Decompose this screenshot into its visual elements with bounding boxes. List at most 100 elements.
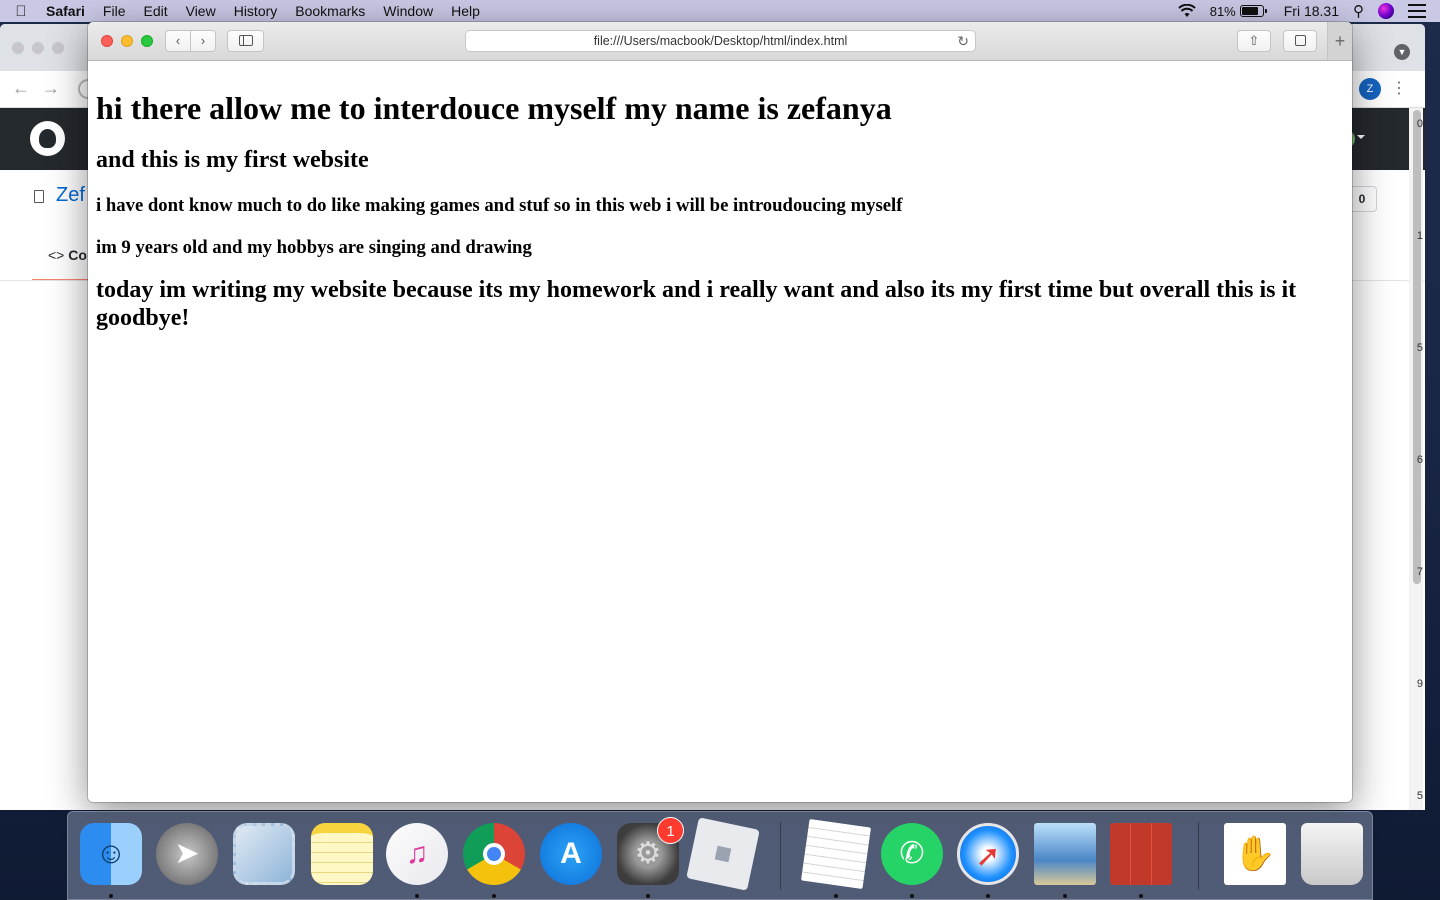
menu-help[interactable]: Help [442,0,489,22]
phone-glyph: ✆ [899,837,925,870]
rocket-glyph: ➤ [174,837,200,870]
edge-digit: 7 [1416,566,1423,578]
finder-icon[interactable]: ☺ [80,823,142,885]
tab-search-icon[interactable]: ▼ [1394,44,1410,60]
status-area: 81% Fri 18.31 ⚲ [1178,0,1440,22]
document-icon[interactable]: ✋ [1224,823,1286,885]
running-indicator [1139,894,1143,898]
photo-booth-icon[interactable] [1110,823,1172,885]
dock: ☺ ➤ ♫ A ⚙ 1 ✆ ➚ ✋ [67,811,1373,900]
right-edge-text: 0 1 5 6 7 9 5 [1410,24,1425,810]
battery-fill [1241,7,1258,15]
forward-button[interactable]: › [190,30,216,52]
dock-separator [780,822,781,890]
about-heading: i have dont know much to do like making … [96,195,903,217]
sidebar-icon [238,35,253,47]
whatsapp-icon[interactable]: ✆ [881,823,943,885]
address-bar[interactable]: file:///Users/macbook/Desktop/html/index… [465,30,976,52]
preview-icon[interactable] [1034,823,1096,885]
menu-edit[interactable]: Edit [134,0,176,22]
repo-icon [34,190,44,203]
running-indicator [910,894,914,898]
chrome-center [483,843,505,865]
minimize-button[interactable] [121,35,133,47]
edge-digit: 5 [1416,342,1423,354]
music-note-glyph: ♫ [405,837,429,870]
mail-icon[interactable] [233,823,295,885]
tab-code-label: Co [68,247,87,263]
notes-icon[interactable] [311,823,373,885]
chrome-icon[interactable] [463,823,525,885]
running-indicator [109,894,113,898]
roblox-square [714,845,732,863]
chevron-left-icon: ‹ [175,33,181,48]
chevron-down-icon[interactable] [1357,135,1365,143]
menu-window[interactable]: Window [374,0,442,22]
share-button[interactable]: ⇧ [1237,30,1271,52]
running-indicator [492,894,496,898]
edge-digit: 9 [1416,678,1423,690]
app-store-icon[interactable]: A [540,823,602,885]
battery-percent: 81% [1209,3,1236,19]
music-icon[interactable]: ♫ [386,823,448,885]
closing-heading: today im writing my website because its … [96,277,1297,331]
browser-menu-icon[interactable]: ⋮ [1391,78,1407,100]
dock-separator [1198,822,1199,890]
clock[interactable]: Fri 18.31 [1284,3,1339,19]
share-icon: ⇧ [1248,33,1260,48]
intro-heading: and this is my first website [96,146,369,173]
repo-name-link[interactable]: Zef [56,184,85,207]
show-all-tabs-button[interactable] [1283,30,1317,52]
finder-face-glyph: ☺ [95,837,127,870]
launchpad-icon[interactable]: ➤ [156,823,218,885]
battery-status[interactable]: 81% [1209,3,1267,19]
trash-icon[interactable] [1301,823,1363,885]
background-forward-icon[interactable]: → [42,78,60,99]
tabs-overview-icon [1294,35,1306,47]
edge-digit: 1 [1416,230,1423,242]
menu-app-name[interactable]: Safari [42,0,94,22]
address-url: file:///Users/macbook/Desktop/html/index… [593,34,848,48]
notification-center-icon[interactable] [1408,4,1426,18]
siri-icon[interactable] [1378,3,1394,19]
menu-history[interactable]: History [225,0,287,22]
edge-digit: 5 [1416,790,1423,802]
new-tab-button[interactable]: + [1327,22,1352,60]
running-indicator [415,894,419,898]
menu-bookmarks[interactable]: Bookmarks [286,0,374,22]
reload-icon[interactable]: ↻ [957,31,969,51]
spotlight-search-icon[interactable]: ⚲ [1353,2,1364,20]
zoom-button[interactable] [141,35,153,47]
chevron-right-icon: › [200,33,206,48]
safari-window: ‹ › file:///Users/macbook/Desktop/html/i… [88,22,1352,802]
background-minimize-button[interactable] [32,42,44,54]
edge-digit: 6 [1416,454,1423,466]
wifi-icon[interactable] [1178,4,1196,18]
close-button[interactable] [101,35,113,47]
running-indicator [646,894,650,898]
textedit-icon[interactable] [800,818,872,890]
age-hobbies-heading: im 9 years old and my hobbys are singing… [96,236,532,258]
background-nav-buttons: ← → [12,78,60,99]
menu-file[interactable]: File [94,0,135,22]
compass-glyph: ➚ [975,840,1001,873]
github-logo-icon[interactable] [30,121,65,156]
profile-avatar[interactable]: Z [1359,78,1381,100]
background-zoom-button[interactable] [52,42,64,54]
running-indicator [986,894,990,898]
menu-bar:  Safari File Edit View History Bookmark… [0,0,1440,22]
roblox-icon[interactable] [686,817,760,891]
background-back-icon[interactable]: ← [12,78,30,99]
apple-menu-icon[interactable]:  [0,3,42,20]
edge-digit: 0 [1416,118,1423,130]
web-page-content: hi there allow me to interdouce myself m… [88,61,1352,802]
sidebar-button[interactable] [227,30,264,52]
running-indicator [834,894,838,898]
back-button[interactable]: ‹ [165,30,191,52]
running-indicator [1063,894,1067,898]
battery-icon [1239,5,1267,17]
background-close-button[interactable] [12,42,24,54]
menu-view[interactable]: View [177,0,225,22]
notification-badge: 1 [657,817,684,844]
safari-icon[interactable]: ➚ [957,823,1019,885]
